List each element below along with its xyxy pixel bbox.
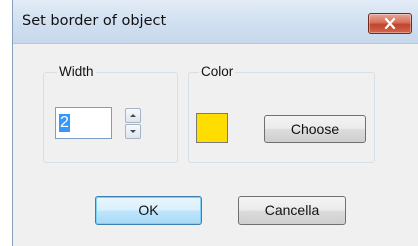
arrow-down-icon bbox=[130, 130, 136, 133]
ok-button[interactable]: OK bbox=[95, 196, 202, 225]
cancel-button[interactable]: Cancella bbox=[238, 196, 346, 225]
close-x-icon bbox=[384, 18, 396, 29]
choose-color-button[interactable]: Choose bbox=[264, 115, 366, 143]
dialog-title: Set border of object bbox=[22, 13, 167, 29]
width-group-label: Width bbox=[57, 64, 96, 79]
width-value: 2 bbox=[59, 114, 70, 132]
title-bar[interactable]: Set border of object bbox=[13, 0, 418, 44]
color-group-label: Color bbox=[199, 64, 236, 79]
width-down-button[interactable] bbox=[125, 124, 141, 139]
color-swatch bbox=[196, 113, 228, 143]
width-up-button[interactable] bbox=[125, 108, 141, 123]
close-button[interactable] bbox=[368, 13, 412, 34]
arrow-up-icon bbox=[130, 114, 136, 117]
width-input[interactable]: 2 bbox=[55, 107, 112, 139]
